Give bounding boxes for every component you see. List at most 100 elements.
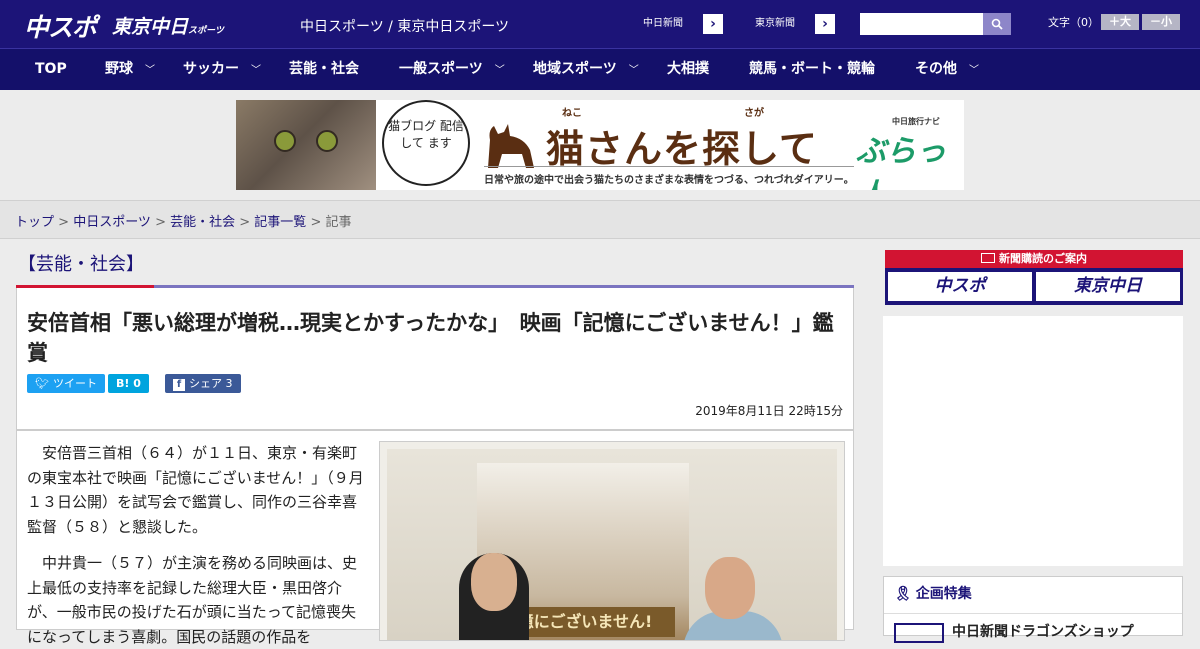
facebook-label: シェア 3	[189, 377, 233, 390]
newspaper-icon	[981, 253, 995, 263]
article-date: 2019年8月11日 22時15分	[695, 404, 843, 418]
chevron-down-icon: ﹀	[969, 65, 979, 76]
tokyo-chunichi-logo-small: スポーツ	[188, 26, 224, 36]
chunichi-shimbun-label: 中日新聞	[623, 14, 703, 34]
breadcrumb-separator: >	[306, 215, 326, 230]
top-header: 中スポ 東京中日スポーツ 中日スポーツ / 東京中日スポーツ 中日新聞 › 東京…	[0, 0, 1200, 48]
tokyo-chunichi-logo-text: 東京中日	[112, 16, 189, 38]
nav-item-sumo[interactable]: 大相撲	[667, 49, 709, 91]
font-larger-button[interactable]: ＋大	[1101, 14, 1139, 30]
font-smaller-button[interactable]: －小	[1142, 14, 1180, 30]
cat-eye	[274, 130, 296, 152]
feature-title: 🎗︎ 企画特集	[894, 583, 972, 603]
nav-item-soccer[interactable]: サッカー ﹀	[183, 49, 261, 91]
breadcrumb-bar: トップ > 中日スポーツ > 芸能・社会 > 記事一覧 > 記事	[0, 200, 1200, 239]
nav-label: 競馬・ボート・競輪	[749, 61, 875, 77]
ruby-neko: ねこ	[562, 108, 582, 119]
nav-item-others[interactable]: その他 ﹀	[915, 49, 979, 91]
hatena-label: B! 0	[116, 377, 141, 390]
main-nav: TOP 野球 ﹀ サッカー ﹀ 芸能・社会 一般スポーツ ﹀ 地域スポーツ ﹀ 大相撲 …	[0, 48, 1200, 90]
chuspo-logo[interactable]: 中スポ	[24, 8, 97, 44]
nav-item-entertainment[interactable]: 芸能・社会	[289, 49, 359, 91]
cat-blog-banner[interactable]: 猫ブログ 配信して ます ねこ さが 猫さんを探して 日常や旅の途中で出会う猫た…	[236, 100, 964, 190]
ribbon-icon: 🎗︎	[894, 586, 912, 602]
chunichi-shimbun-link[interactable]: 中日新聞 ›	[622, 13, 724, 35]
chuspo-subscribe-link[interactable]: 中スポ	[888, 272, 1032, 301]
breadcrumb-separator: >	[150, 215, 171, 230]
hatena-bookmark-button[interactable]: B! 0	[108, 374, 149, 393]
person-prime-minister	[683, 557, 783, 640]
search-button[interactable]	[983, 13, 1011, 35]
banner-title: 猫さんを探して	[546, 127, 818, 171]
nav-item-baseball[interactable]: 野球 ﹀	[105, 49, 155, 91]
nav-item-top[interactable]: TOP	[35, 49, 67, 91]
face	[471, 553, 517, 611]
subscribe-logos: 中スポ 東京中日	[885, 268, 1183, 305]
nav-label: サッカー	[183, 61, 239, 77]
tweet-button[interactable]: 🐦︎ ツイート	[27, 374, 105, 393]
subscribe-label: 新聞購読のご案内	[999, 252, 1087, 265]
search-icon	[991, 18, 1003, 30]
tokyo-chunichi-logo[interactable]: 東京中日スポーツ	[112, 12, 224, 39]
facebook-icon: f	[173, 379, 185, 391]
tweet-label: ツイート	[52, 377, 97, 390]
person-director	[459, 553, 529, 640]
chevron-right-icon: ›	[822, 16, 828, 32]
nav-label: 芸能・社会	[289, 61, 359, 77]
article-headline: 安倍首相「悪い総理が増税…現実とかすったかな」 映画「記憶にございません！」鑑賞	[27, 311, 834, 365]
breadcrumb-entertainment[interactable]: 芸能・社会	[170, 215, 235, 230]
breadcrumb-chuspo[interactable]: 中日スポーツ	[73, 215, 151, 230]
facebook-share-button[interactable]: f シェア 3	[165, 374, 241, 393]
article-paragraph: 中井貴一（５７）が主演を務める同映画は、史上最低の支持率を記録した総理大臣・黒田…	[27, 554, 358, 646]
article-photo[interactable]: 憶にございません!	[379, 441, 845, 641]
navi-brand: ぶらっ人	[856, 134, 946, 190]
nav-label: 一般スポーツ	[399, 61, 483, 77]
chevron-down-icon: ﹀	[251, 65, 261, 76]
tokyo-shimbun-label: 東京新聞	[735, 14, 815, 34]
search-input[interactable]	[860, 13, 1011, 35]
nav-label: 大相撲	[667, 61, 709, 77]
article-header: 安倍首相「悪い総理が増税…現実とかすったかな」 映画「記憶にございません！」鑑賞…	[16, 288, 854, 430]
chevron-down-icon: ﹀	[628, 65, 639, 76]
font-size-label: 文字（0）	[1048, 16, 1099, 29]
banner-subtitle: 日常や旅の途中で出会う猫たちのさまざまな表情をつづる、つれづれダイアリー。	[484, 175, 854, 186]
photo-image: 憶にございません!	[387, 449, 837, 640]
feature-item[interactable]: 中日新聞ドラゴンズショップ	[952, 621, 1134, 641]
tokyo-chunichi-subscribe-link[interactable]: 東京中日	[1036, 272, 1180, 301]
article-paragraph: 安倍晋三首相（６４）が１１日、東京・有楽町の東宝本社で映画「記憶にございません！…	[27, 444, 364, 536]
cat-photo	[236, 100, 376, 190]
ruby-saga: さが	[744, 108, 764, 119]
nav-label: その他	[915, 61, 957, 77]
feature-thumb	[894, 623, 944, 643]
chevron-down-icon: ﹀	[494, 65, 505, 76]
black-cat-icon	[488, 124, 534, 168]
nav-label: 地域スポーツ	[533, 61, 617, 77]
article-body: 安倍晋三首相（６４）が１１日、東京・有楽町の東宝本社で映画「記憶にございません！…	[16, 430, 854, 646]
burattojin-logo: 中日旅行ナビぶらっ人	[856, 117, 964, 190]
face	[705, 557, 755, 619]
cat-eye	[316, 130, 338, 152]
breadcrumb-top[interactable]: トップ	[15, 215, 54, 230]
breadcrumb-current: 記事	[325, 215, 352, 230]
feature-divider	[884, 613, 1182, 614]
subscribe-header[interactable]: 新聞購読のご案内	[885, 250, 1183, 268]
chevron-down-icon: ﹀	[145, 65, 155, 76]
chevron-right-icon: ›	[710, 16, 716, 32]
ad-slot	[883, 316, 1183, 566]
nav-item-local-sports[interactable]: 地域スポーツ ﹀	[533, 49, 639, 91]
feature-title-text: 企画特集	[915, 586, 972, 602]
feature-box: 🎗︎ 企画特集 中日新聞ドラゴンズショップ	[883, 576, 1183, 643]
nav-label: TOP	[35, 61, 67, 77]
tokyo-shimbun-link[interactable]: 東京新聞 ›	[734, 13, 836, 35]
nav-label: 野球	[105, 61, 133, 77]
nav-item-general-sports[interactable]: 一般スポーツ ﹀	[399, 49, 505, 91]
breadcrumb-article-list[interactable]: 記事一覧	[254, 215, 306, 230]
breadcrumb: トップ > 中日スポーツ > 芸能・社会 > 記事一覧 > 記事	[15, 211, 352, 230]
speech-bubble: 猫ブログ 配信して ます	[382, 100, 470, 186]
category-title: 【芸能・社会】	[18, 254, 144, 275]
breadcrumb-separator: >	[54, 215, 74, 230]
breadcrumb-separator: >	[235, 215, 255, 230]
nav-item-racing[interactable]: 競馬・ボート・競輪	[749, 49, 875, 91]
navi-label: 中日旅行ナビ	[892, 117, 940, 126]
banner-underline	[484, 166, 854, 167]
